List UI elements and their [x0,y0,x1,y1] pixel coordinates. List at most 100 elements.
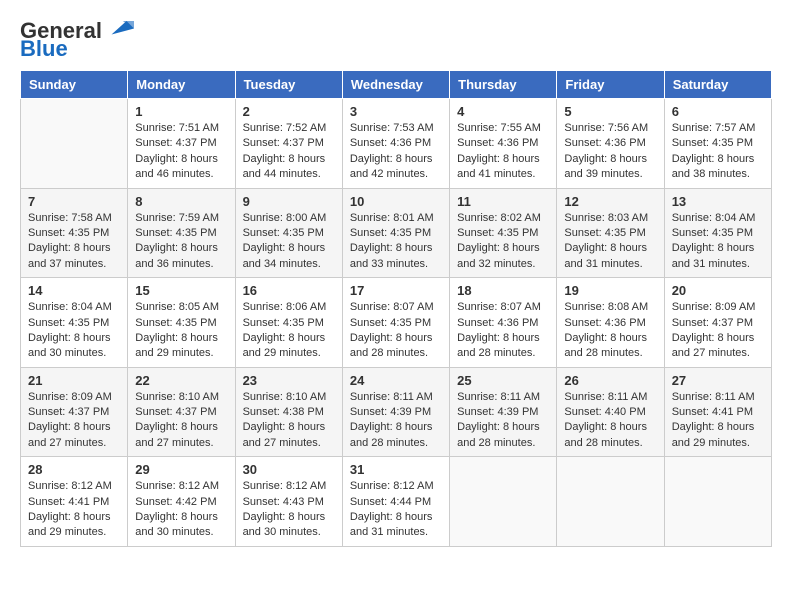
calendar-cell [664,457,771,547]
day-info: Sunrise: 8:06 AM Sunset: 4:35 PM Dayligh… [243,301,327,359]
day-info: Sunrise: 8:11 AM Sunset: 4:41 PM Dayligh… [672,391,755,449]
day-number: 15 [135,283,227,298]
day-info: Sunrise: 8:09 AM Sunset: 4:37 PM Dayligh… [672,301,756,359]
day-info: Sunrise: 8:05 AM Sunset: 4:35 PM Dayligh… [135,301,219,359]
calendar-cell: 7 Sunrise: 7:58 AM Sunset: 4:35 PM Daylig… [21,188,128,278]
day-number: 16 [243,283,335,298]
day-number: 27 [672,373,764,388]
weekday-header: Tuesday [235,71,342,99]
day-info: Sunrise: 8:07 AM Sunset: 4:36 PM Dayligh… [457,301,541,359]
day-info: Sunrise: 8:11 AM Sunset: 4:39 PM Dayligh… [457,391,540,449]
day-info: Sunrise: 8:03 AM Sunset: 4:35 PM Dayligh… [564,212,648,270]
day-number: 3 [350,104,442,119]
day-info: Sunrise: 8:00 AM Sunset: 4:35 PM Dayligh… [243,212,327,270]
day-number: 12 [564,194,656,209]
calendar-cell: 1Sunrise: 7:51 AM Sunset: 4:37 PM Daylig… [128,99,235,189]
calendar-cell: 11 Sunrise: 8:02 AM Sunset: 4:35 PM Dayli… [450,188,557,278]
weekday-header: Sunday [21,71,128,99]
day-number: 28 [28,462,120,477]
day-number: 26 [564,373,656,388]
day-info: Sunrise: 8:07 AM Sunset: 4:35 PM Dayligh… [350,301,434,359]
day-info: Sunrise: 7:52 AM Sunset: 4:37 PM Dayligh… [243,122,327,180]
day-info: Sunrise: 8:04 AM Sunset: 4:35 PM Dayligh… [672,212,756,270]
weekday-header: Monday [128,71,235,99]
calendar-cell: 19 Sunrise: 8:08 AM Sunset: 4:36 PM Dayli… [557,278,664,368]
day-number: 13 [672,194,764,209]
day-info: Sunrise: 8:12 AM Sunset: 4:44 PM Dayligh… [350,480,434,538]
calendar-cell: 13 Sunrise: 8:04 AM Sunset: 4:35 PM Dayli… [664,188,771,278]
logo-blue-text: Blue [20,38,68,60]
day-number: 25 [457,373,549,388]
calendar-week-row: 14 Sunrise: 8:04 AM Sunset: 4:35 PM Dayli… [21,278,772,368]
calendar-cell: 28 Sunrise: 8:12 AM Sunset: 4:41 PM Dayli… [21,457,128,547]
calendar-cell: 23 Sunrise: 8:10 AM Sunset: 4:38 PM Dayli… [235,367,342,457]
calendar-cell: 16 Sunrise: 8:06 AM Sunset: 4:35 PM Dayli… [235,278,342,368]
calendar-cell: 26Sunrise: 8:11 AM Sunset: 4:40 PM Dayli… [557,367,664,457]
day-info: Sunrise: 8:10 AM Sunset: 4:38 PM Dayligh… [243,391,327,449]
day-number: 4 [457,104,549,119]
calendar-cell: 8Sunrise: 7:59 AM Sunset: 4:35 PM Daylig… [128,188,235,278]
day-number: 19 [564,283,656,298]
day-number: 7 [28,194,120,209]
day-info: Sunrise: 8:11 AM Sunset: 4:39 PM Dayligh… [350,391,433,449]
calendar-cell: 17 Sunrise: 8:07 AM Sunset: 4:35 PM Dayli… [342,278,449,368]
calendar-cell: 21 Sunrise: 8:09 AM Sunset: 4:37 PM Dayli… [21,367,128,457]
page-header: General Blue [20,20,772,60]
day-number: 6 [672,104,764,119]
day-info: Sunrise: 7:56 AM Sunset: 4:36 PM Dayligh… [564,122,648,180]
day-number: 22 [135,373,227,388]
day-info: Sunrise: 8:01 AM Sunset: 4:35 PM Dayligh… [350,212,434,270]
calendar-cell [450,457,557,547]
calendar-cell: 15 Sunrise: 8:05 AM Sunset: 4:35 PM Dayli… [128,278,235,368]
calendar-cell: 5 Sunrise: 7:56 AM Sunset: 4:36 PM Daylig… [557,99,664,189]
calendar-cell: 29 Sunrise: 8:12 AM Sunset: 4:42 PM Dayli… [128,457,235,547]
calendar-cell: 27 Sunrise: 8:11 AM Sunset: 4:41 PM Dayli… [664,367,771,457]
day-info: Sunrise: 7:58 AM Sunset: 4:35 PM Dayligh… [28,212,112,270]
day-info: Sunrise: 7:51 AM Sunset: 4:37 PM Dayligh… [135,122,219,180]
calendar-cell: 12 Sunrise: 8:03 AM Sunset: 4:35 PM Dayli… [557,188,664,278]
day-number: 31 [350,462,442,477]
day-number: 23 [243,373,335,388]
day-number: 5 [564,104,656,119]
day-info: Sunrise: 7:57 AM Sunset: 4:35 PM Dayligh… [672,122,756,180]
calendar-cell: 14 Sunrise: 8:04 AM Sunset: 4:35 PM Dayli… [21,278,128,368]
day-number: 9 [243,194,335,209]
calendar-cell: 20 Sunrise: 8:09 AM Sunset: 4:37 PM Dayli… [664,278,771,368]
day-number: 17 [350,283,442,298]
day-info: Sunrise: 8:12 AM Sunset: 4:42 PM Dayligh… [135,480,219,538]
weekday-header: Friday [557,71,664,99]
calendar-cell: 18Sunrise: 8:07 AM Sunset: 4:36 PM Dayli… [450,278,557,368]
day-number: 11 [457,194,549,209]
day-info: Sunrise: 8:08 AM Sunset: 4:36 PM Dayligh… [564,301,648,359]
calendar-cell: 6 Sunrise: 7:57 AM Sunset: 4:35 PM Daylig… [664,99,771,189]
weekday-header: Saturday [664,71,771,99]
day-info: Sunrise: 8:02 AM Sunset: 4:35 PM Dayligh… [457,212,541,270]
weekday-header: Thursday [450,71,557,99]
calendar-cell: 9 Sunrise: 8:00 AM Sunset: 4:35 PM Daylig… [235,188,342,278]
calendar-week-row: 21 Sunrise: 8:09 AM Sunset: 4:37 PM Dayli… [21,367,772,457]
calendar-week-row: 7 Sunrise: 7:58 AM Sunset: 4:35 PM Daylig… [21,188,772,278]
day-info: Sunrise: 8:12 AM Sunset: 4:41 PM Dayligh… [28,480,112,538]
calendar-cell [21,99,128,189]
day-number: 10 [350,194,442,209]
day-number: 20 [672,283,764,298]
day-number: 14 [28,283,120,298]
day-number: 21 [28,373,120,388]
day-info: Sunrise: 8:04 AM Sunset: 4:35 PM Dayligh… [28,301,112,359]
day-number: 29 [135,462,227,477]
calendar-cell: 24Sunrise: 8:11 AM Sunset: 4:39 PM Dayli… [342,367,449,457]
calendar-cell: 3Sunrise: 7:53 AM Sunset: 4:36 PM Daylig… [342,99,449,189]
day-info: Sunrise: 8:09 AM Sunset: 4:37 PM Dayligh… [28,391,112,449]
calendar-cell: 4Sunrise: 7:55 AM Sunset: 4:36 PM Daylig… [450,99,557,189]
calendar-cell: 10 Sunrise: 8:01 AM Sunset: 4:35 PM Dayli… [342,188,449,278]
calendar-week-row: 28 Sunrise: 8:12 AM Sunset: 4:41 PM Dayli… [21,457,772,547]
day-info: Sunrise: 8:12 AM Sunset: 4:43 PM Dayligh… [243,480,327,538]
calendar-cell: 25 Sunrise: 8:11 AM Sunset: 4:39 PM Dayli… [450,367,557,457]
calendar-header-row: SundayMondayTuesdayWednesdayThursdayFrid… [21,71,772,99]
calendar-week-row: 1Sunrise: 7:51 AM Sunset: 4:37 PM Daylig… [21,99,772,189]
weekday-header: Wednesday [342,71,449,99]
calendar-cell: 2Sunrise: 7:52 AM Sunset: 4:37 PM Daylig… [235,99,342,189]
day-info: Sunrise: 7:59 AM Sunset: 4:35 PM Dayligh… [135,212,219,270]
calendar-cell: 31 Sunrise: 8:12 AM Sunset: 4:44 PM Dayli… [342,457,449,547]
calendar-cell: 30Sunrise: 8:12 AM Sunset: 4:43 PM Dayli… [235,457,342,547]
